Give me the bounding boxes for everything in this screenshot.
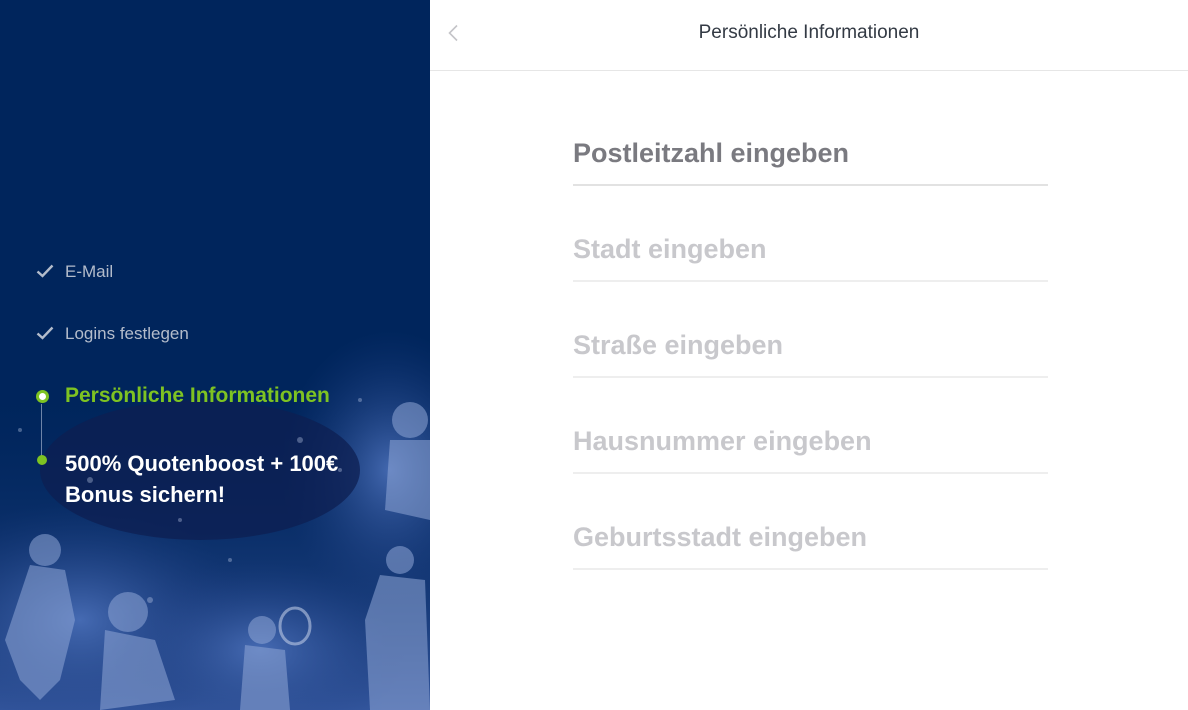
step-email: E-Mail: [36, 260, 113, 284]
house-number-input[interactable]: [573, 419, 1048, 463]
step-personal-info: Persönliche Informationen: [36, 384, 330, 408]
form-panel: Persönliche Informationen: [430, 0, 1188, 710]
bonus-label-line1: 500% Quotenboost + 100€: [65, 451, 339, 476]
address-form: [573, 121, 1048, 570]
chevron-left-icon: [448, 24, 458, 42]
step-label: E-Mail: [65, 262, 114, 281]
postcode-input[interactable]: [573, 131, 1048, 175]
back-button[interactable]: [440, 20, 466, 46]
registration-steps: E-Mail Logins festlegen Persönliche Info…: [0, 0, 430, 710]
street-field: [573, 282, 1048, 378]
bonus-label-line2: Bonus sichern!: [65, 482, 226, 507]
house-number-field: [573, 378, 1048, 474]
birthplace-field: [573, 474, 1048, 570]
step-label: Persönliche Informationen: [65, 384, 330, 407]
city-input[interactable]: [573, 227, 1048, 271]
step-logins: Logins festlegen: [36, 322, 189, 346]
bonus-label: 500% Quotenboost + 100€ Bonus sichern!: [65, 448, 338, 510]
birthplace-input[interactable]: [573, 515, 1048, 559]
postcode-field: [573, 121, 1048, 186]
current-step-dot-icon: [36, 384, 56, 408]
step-dot-icon: [36, 448, 56, 472]
step-label: Logins festlegen: [65, 324, 189, 343]
step-bonus: 500% Quotenboost + 100€ Bonus sichern!: [36, 448, 338, 510]
check-icon: [36, 260, 56, 284]
city-field: [573, 186, 1048, 282]
page-title: Persönliche Informationen: [698, 22, 920, 43]
header: Persönliche Informationen: [430, 0, 1188, 71]
check-icon: [36, 322, 56, 346]
street-input[interactable]: [573, 323, 1048, 367]
sidebar-panel: E-Mail Logins festlegen Persönliche Info…: [0, 0, 430, 710]
